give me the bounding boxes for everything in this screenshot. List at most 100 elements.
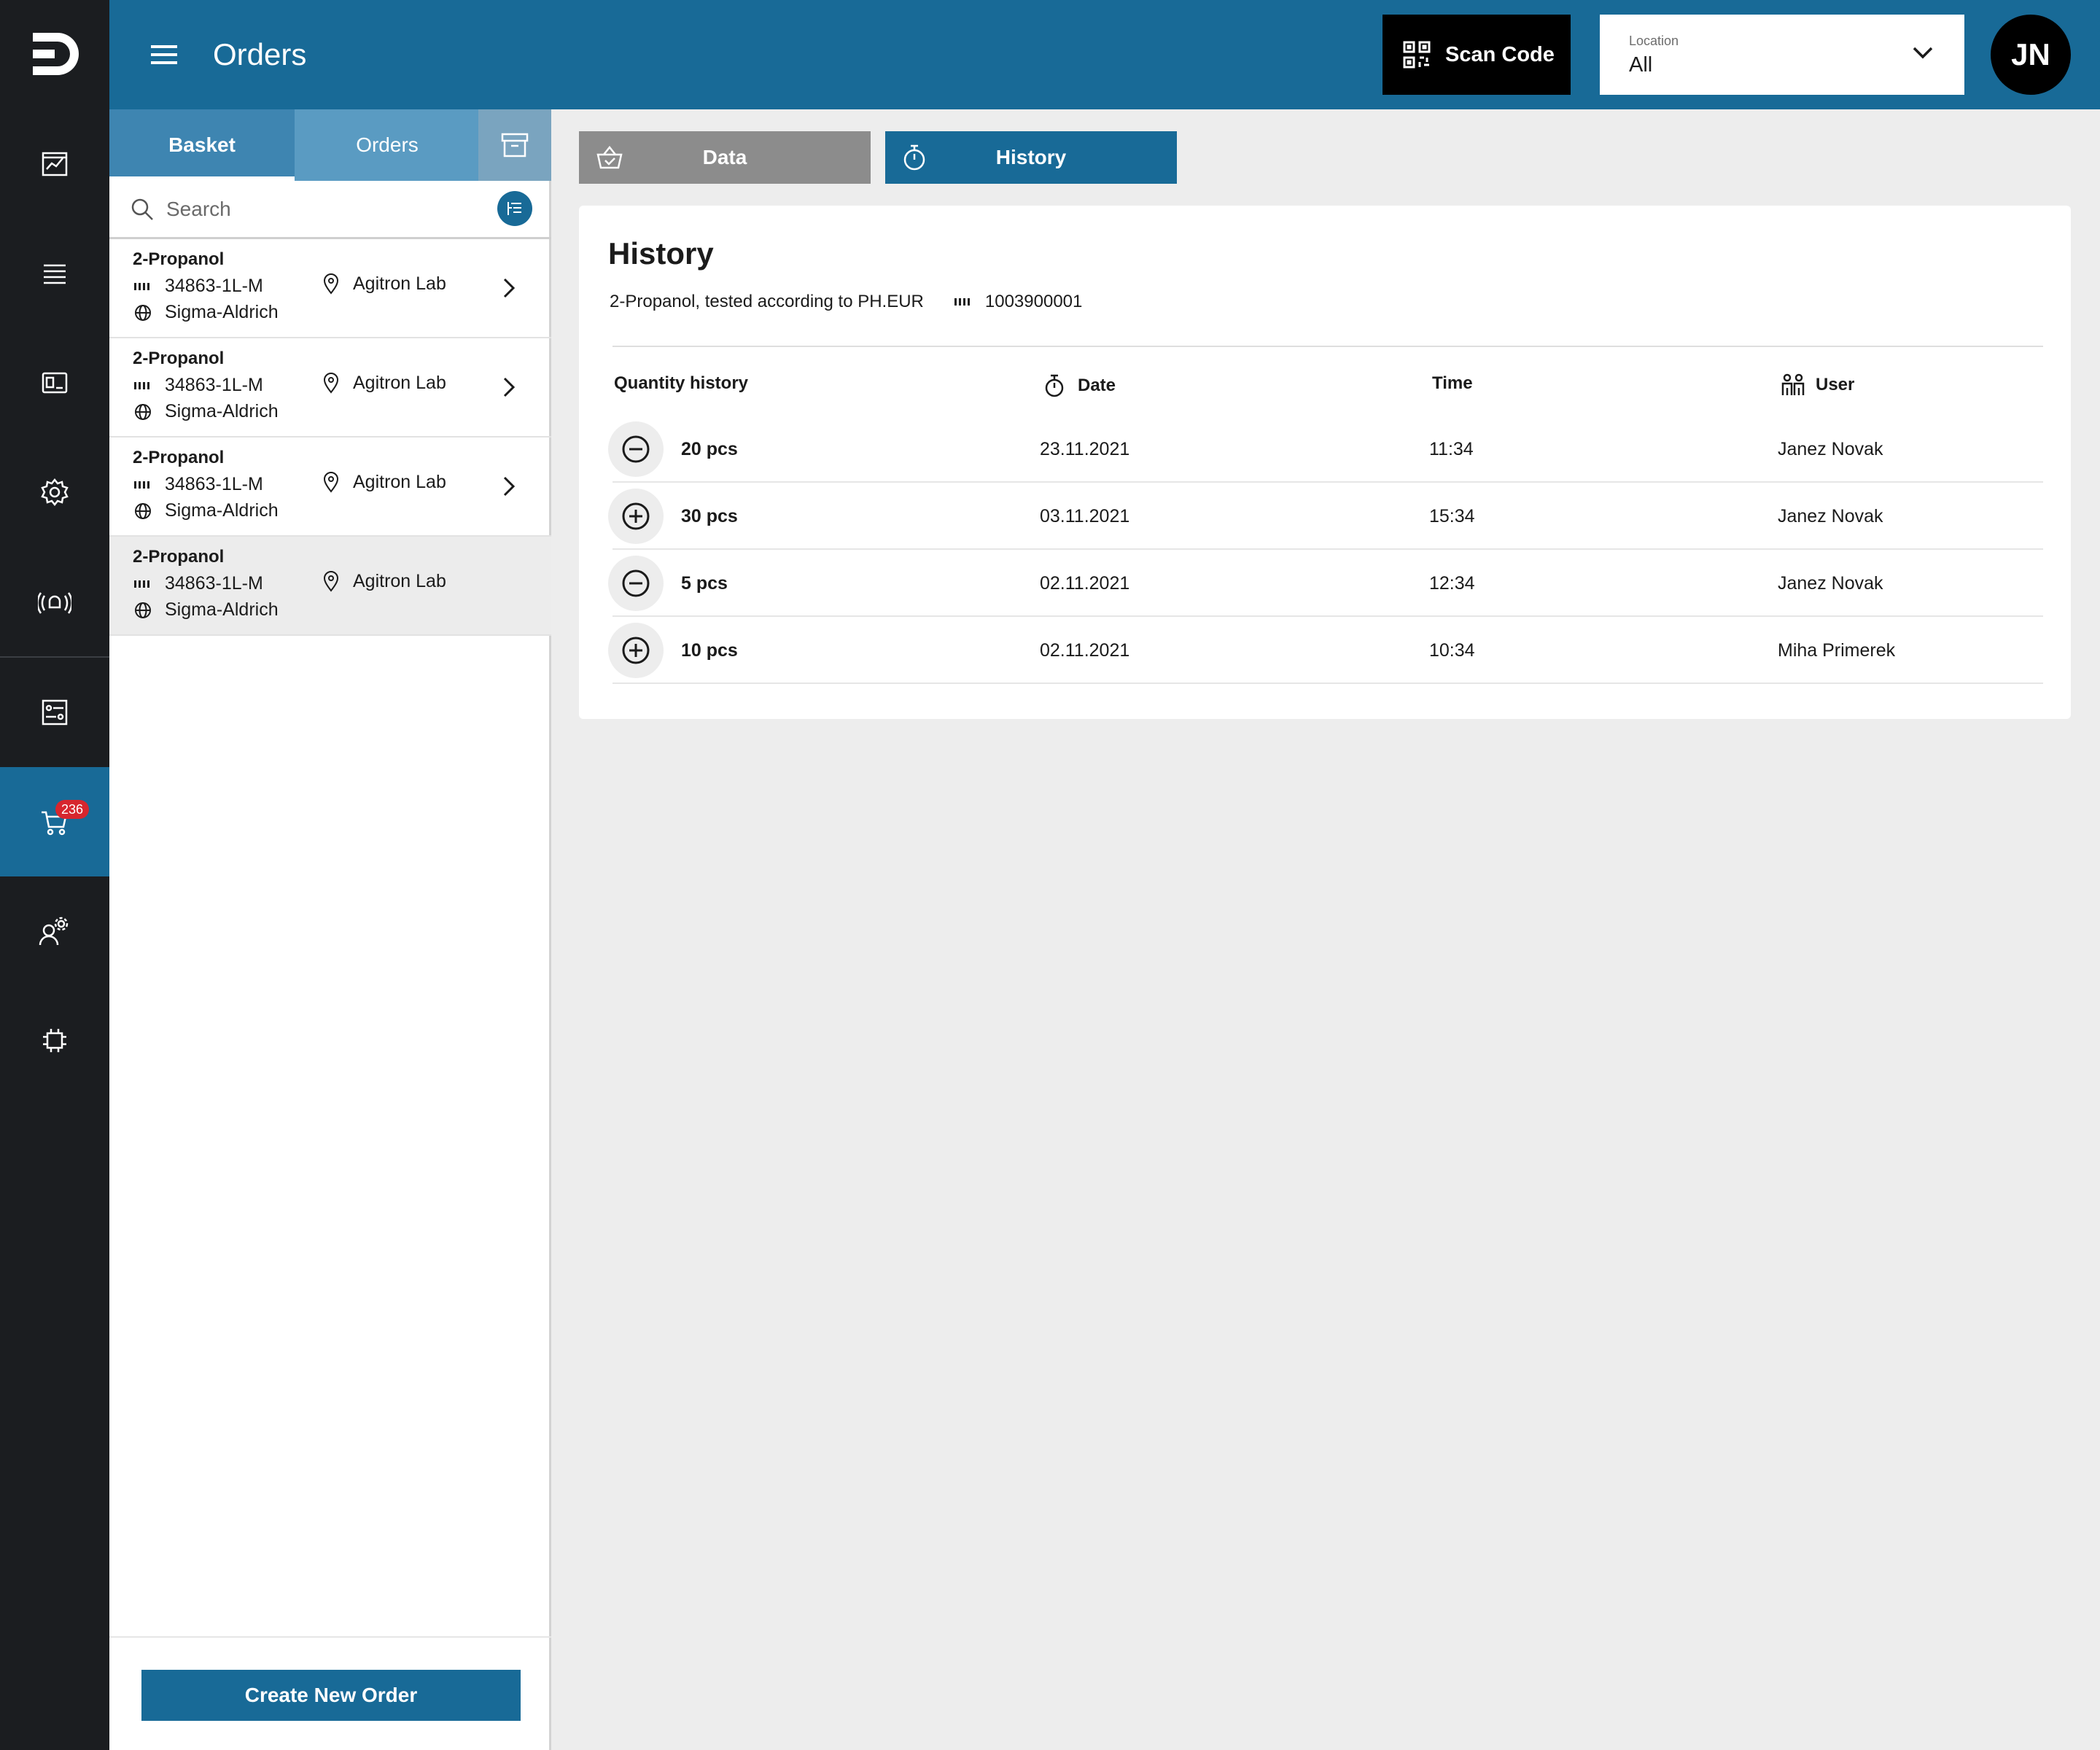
- barcode-icon: [134, 381, 149, 389]
- nav-rail: 236: [0, 0, 109, 1750]
- alerts-icon: [38, 592, 71, 614]
- stopwatch-icon: [1045, 374, 1064, 397]
- page-title: Orders: [213, 37, 307, 71]
- list-item[interactable]: 2-Propanol 34863-1L-M Sigma-Aldrich Agit…: [109, 239, 551, 338]
- plus-circle-icon: [622, 502, 650, 530]
- row-date: 02.11.2021: [1040, 640, 1130, 661]
- basket-check-icon: [596, 145, 623, 169]
- location-pin-icon: [323, 373, 339, 394]
- chevron-right-icon: [503, 476, 516, 497]
- nav-settings[interactable]: [0, 438, 109, 547]
- column-header-date: Date: [1043, 373, 1116, 398]
- column-header-time: Time: [1432, 373, 1473, 393]
- product-barcode: 1003900001: [984, 292, 1083, 311]
- globe-icon: [135, 602, 151, 618]
- search-icon: [131, 198, 153, 220]
- item-location: Agitron Lab: [353, 372, 446, 393]
- minus-circle-icon: [622, 435, 650, 463]
- plus-circle-icon: [622, 637, 650, 664]
- list-icon: [44, 264, 66, 284]
- nav-orders[interactable]: 236: [0, 767, 109, 876]
- location-pin-icon: [323, 273, 339, 295]
- table-row: 20 pcs 23.11.2021 11:34 Janez Novak: [608, 416, 2043, 483]
- row-qty: 10 pcs: [681, 640, 738, 661]
- archive-button[interactable]: [478, 109, 551, 181]
- tab-data-label: Data: [702, 146, 747, 168]
- list-item-selected[interactable]: 2-Propanol 34863-1L-M Sigma-Aldrich Agit…: [109, 537, 551, 636]
- chart-icon: [42, 152, 68, 176]
- list-tabs: Basket Orders: [109, 109, 551, 181]
- menu-button[interactable]: [144, 35, 184, 74]
- tab-orders[interactable]: Orders: [295, 109, 480, 181]
- user-avatar[interactable]: JN: [1991, 15, 2071, 95]
- user-settings-icon: [39, 917, 69, 946]
- history-card: History 2-Propanol, tested according to …: [579, 206, 2071, 719]
- hamburger-icon: [151, 45, 177, 64]
- item-code: 34863-1L-M: [165, 573, 263, 594]
- item-location: Agitron Lab: [353, 273, 446, 294]
- create-new-order-button[interactable]: Create New Order: [141, 1670, 521, 1721]
- nav-dashboard[interactable]: [0, 109, 109, 219]
- divider: [612, 346, 2043, 347]
- row-user: Janez Novak: [1778, 573, 1883, 594]
- decrease-button[interactable]: [608, 556, 664, 611]
- basket-panel: Basket Orders Search 2-Propanol 34863-1L…: [109, 109, 551, 1750]
- increase-button[interactable]: [608, 489, 664, 544]
- item-name: 2-Propanol: [133, 448, 225, 467]
- cart-count-badge: 236: [55, 800, 89, 819]
- row-user: Miha Primerek: [1778, 640, 1896, 661]
- item-code: 34863-1L-M: [165, 474, 263, 494]
- table-row: 10 pcs 02.11.2021 10:34 Miha Primerek: [608, 617, 2043, 684]
- list-item[interactable]: 2-Propanol 34863-1L-M Sigma-Aldrich Agit…: [109, 338, 551, 438]
- item-code: 34863-1L-M: [165, 276, 263, 296]
- tab-data[interactable]: Data: [579, 131, 871, 184]
- table-row: 5 pcs 02.11.2021 12:34 Janez Novak: [608, 550, 2043, 617]
- tab-history[interactable]: History: [885, 131, 1177, 184]
- item-maker: Sigma-Aldrich: [165, 401, 279, 421]
- location-pin-icon: [323, 472, 339, 493]
- reports-icon: [42, 699, 68, 726]
- item-location: Agitron Lab: [353, 471, 446, 492]
- product-info: 2-Propanol, tested according to PH.EUR 1…: [610, 292, 1082, 312]
- qr-code-icon: [1403, 41, 1431, 69]
- chevron-down-icon: [1913, 47, 1933, 59]
- top-bar: Orders Scan Code Location All JN: [109, 0, 2100, 109]
- row-time: 10:34: [1429, 640, 1475, 661]
- column-header-user: User: [1781, 373, 1854, 397]
- barcode-icon: [134, 481, 149, 489]
- barcode-icon: [134, 580, 149, 588]
- location-label: Location: [1629, 34, 1679, 48]
- decrease-button[interactable]: [608, 421, 664, 477]
- chip-icon: [43, 1029, 66, 1052]
- search-field[interactable]: Search: [109, 181, 551, 239]
- app-logo[interactable]: [0, 0, 109, 109]
- row-time: 11:34: [1429, 439, 1474, 459]
- row-user: Janez Novak: [1778, 506, 1883, 526]
- scan-code-button[interactable]: Scan Code: [1382, 15, 1571, 95]
- location-pin-icon: [323, 571, 339, 592]
- item-maker: Sigma-Aldrich: [165, 500, 279, 521]
- tab-basket[interactable]: Basket: [109, 109, 295, 181]
- history-title: History: [608, 236, 714, 271]
- filter-button[interactable]: [497, 191, 532, 226]
- nav-list[interactable]: [0, 219, 109, 328]
- barcode-icon: [134, 282, 149, 290]
- scan-code-label: Scan Code: [1445, 42, 1555, 66]
- filter-icon: [508, 202, 521, 215]
- row-qty: 5 pcs: [681, 573, 728, 594]
- users-icon: [1781, 373, 1805, 395]
- increase-button[interactable]: [608, 623, 664, 678]
- chevron-right-icon: [503, 278, 516, 298]
- nav-inventory[interactable]: [0, 328, 109, 438]
- nav-alerts[interactable]: [0, 547, 109, 656]
- column-header-qty: Quantity history: [614, 373, 749, 393]
- nav-reports[interactable]: [0, 658, 109, 767]
- row-user: Janez Novak: [1778, 439, 1883, 459]
- location-select[interactable]: Location All: [1600, 15, 1964, 95]
- nav-device[interactable]: [0, 986, 109, 1095]
- row-date: 03.11.2021: [1040, 506, 1130, 526]
- list-item[interactable]: 2-Propanol 34863-1L-M Sigma-Aldrich Agit…: [109, 438, 551, 537]
- nav-user-settings[interactable]: [0, 876, 109, 986]
- sidebar-footer: Create New Order: [109, 1636, 551, 1750]
- table-row: 30 pcs 03.11.2021 15:34 Janez Novak: [608, 483, 2043, 550]
